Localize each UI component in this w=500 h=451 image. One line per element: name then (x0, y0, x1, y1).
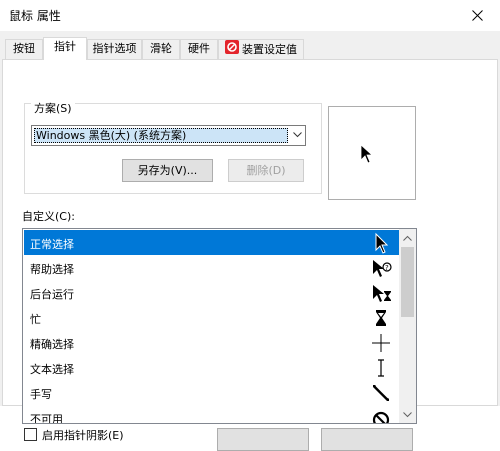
svg-text:?: ? (385, 264, 389, 272)
pen-cursor-icon (373, 385, 389, 401)
arrow-cursor-icon (360, 144, 374, 164)
cursor-row-unavailable[interactable]: 不可用 (24, 405, 400, 424)
working-cursor-icon (373, 285, 391, 302)
cursor-row-precision-select[interactable]: 精确选择 (24, 330, 400, 355)
tab-label: 按钮 (13, 42, 35, 55)
tab-label: 装置设定值 (242, 43, 297, 56)
delete-button[interactable]: 删除(D) (228, 159, 304, 182)
scheme-selected-value: Windows 黑色(大) (系统方案) (34, 128, 288, 143)
tab-buttons[interactable]: 按钮 (5, 39, 43, 59)
close-button[interactable] (454, 0, 500, 31)
chevron-down-icon (293, 132, 302, 138)
busy-cursor-icon (376, 310, 386, 326)
scheme-dropdown[interactable]: Windows 黑色(大) (系统方案) (31, 125, 306, 146)
cursor-list[interactable]: 正常选择 帮助选择 ? 后台运行 忙 精确选择 文本选择 手写 不可用 (22, 228, 417, 424)
tab-label: 硬件 (188, 42, 210, 55)
tab-label: 指针选项 (92, 42, 137, 55)
shadow-checkbox-label: 启用指针阴影(E) (42, 429, 124, 442)
cursor-row-normal-select[interactable]: 正常选择 (24, 230, 400, 255)
tab-label: 滑轮 (150, 42, 172, 55)
cursor-row-label: 手写 (30, 388, 52, 401)
cursor-list-scrollbar[interactable] (399, 229, 416, 423)
save-as-button[interactable]: 另存为(V)... (122, 159, 213, 182)
browse-button[interactable] (321, 428, 413, 451)
scheme-label: 方案(S) (31, 100, 75, 116)
cursor-row-label: 忙 (30, 313, 41, 326)
arrow-cursor-icon (375, 232, 389, 254)
chevron-down-icon (403, 411, 412, 417)
tab-hardware[interactable]: 硬件 (180, 39, 218, 59)
scroll-up-button[interactable] (399, 229, 416, 246)
tab-pointers[interactable]: 指针 (43, 37, 87, 60)
scroll-down-button[interactable] (399, 406, 416, 423)
cursor-row-label: 文本选择 (30, 363, 74, 376)
cursor-row-text-select[interactable]: 文本选择 (24, 355, 400, 380)
cursor-row-label: 精确选择 (30, 338, 74, 351)
customize-label: 自定义(C): (22, 210, 75, 223)
cursor-row-working-background[interactable]: 后台运行 (24, 280, 400, 305)
title-bar: 鼠标 属性 (0, 0, 500, 31)
cursor-row-label: 不可用 (30, 413, 63, 424)
tab-device-settings[interactable]: 装置设定值 (218, 39, 304, 59)
chevron-up-icon (403, 235, 412, 241)
cursor-row-label: 正常选择 (30, 238, 74, 251)
cursor-row-label: 帮助选择 (30, 263, 74, 276)
crosshair-cursor-icon (372, 334, 390, 352)
cursor-row-label: 后台运行 (30, 288, 74, 301)
close-icon (471, 10, 483, 21)
tab-pointer-options[interactable]: 指针选项 (87, 39, 142, 59)
cursor-row-busy[interactable]: 忙 (24, 305, 400, 330)
synaptics-logo-icon (225, 40, 239, 60)
text-cursor-icon (378, 359, 384, 377)
dialog-body: 按钮 指针 指针选项 滑轮 硬件 装置设定值 方案(S) Windows 黑色(… (0, 31, 500, 451)
pointers-panel: 方案(S) Windows 黑色(大) (系统方案) 另存为(V)... 删除(… (2, 59, 498, 451)
tab-label: 指针 (54, 40, 76, 53)
help-cursor-icon: ? (373, 260, 392, 277)
tab-wheel[interactable]: 滑轮 (142, 39, 180, 59)
window-title: 鼠标 属性 (9, 9, 61, 23)
unavailable-cursor-icon (372, 411, 390, 423)
cursor-row-handwriting[interactable]: 手写 (24, 380, 400, 405)
cursor-preview (328, 106, 416, 200)
shadow-checkbox[interactable] (24, 428, 37, 441)
cursor-row-help-select[interactable]: 帮助选择 ? (24, 255, 400, 280)
scrollbar-thumb[interactable] (401, 247, 414, 317)
use-default-button[interactable] (217, 428, 309, 451)
